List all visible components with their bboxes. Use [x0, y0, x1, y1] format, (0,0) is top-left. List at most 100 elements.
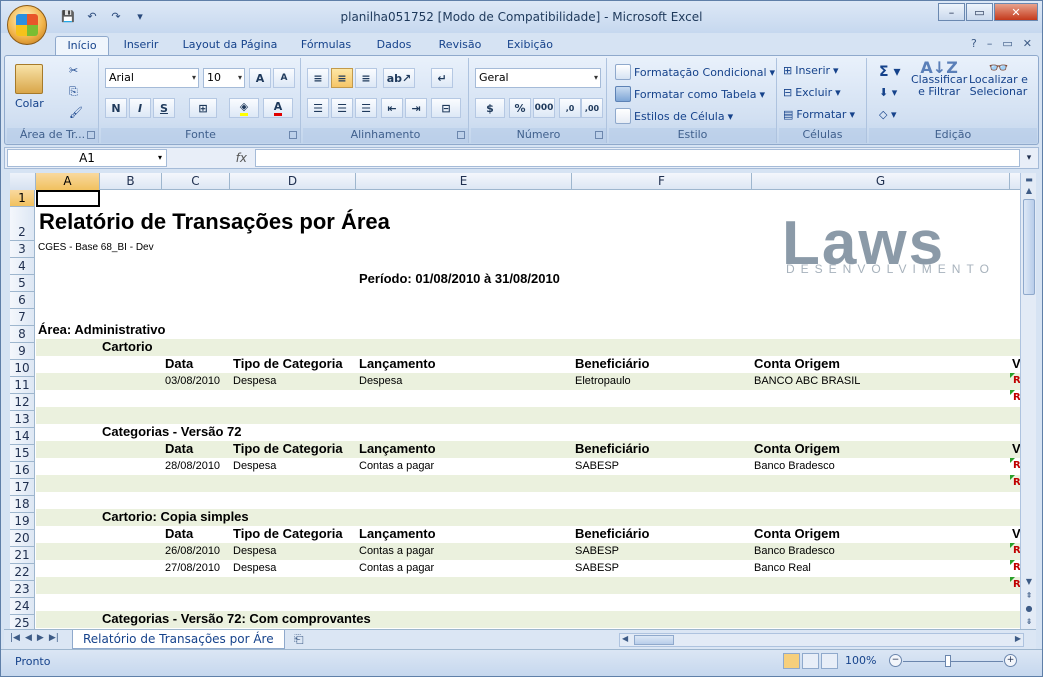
decrease-decimal-icon[interactable]: ,00 [581, 98, 603, 118]
cell-value[interactable]: R [1013, 545, 1020, 556]
orientation-icon[interactable]: ab↗ [383, 68, 415, 88]
cell-value[interactable]: R [1013, 477, 1020, 488]
align-right-icon[interactable]: ☰ [355, 98, 377, 118]
cell-account[interactable]: Banco Bradesco [754, 545, 835, 557]
worksheet-grid[interactable]: A B C D E F G 1 2 3 4 5 6 7 8 9 10 11 12… [10, 173, 1020, 629]
zoom-slider[interactable]: − + [889, 654, 1017, 668]
row-header[interactable]: 1 [10, 190, 35, 207]
office-button[interactable] [7, 5, 47, 45]
row-header[interactable]: 12 [10, 394, 35, 411]
row-header[interactable]: 4 [10, 258, 35, 275]
align-bottom-icon[interactable]: ≡ [355, 68, 377, 88]
vertical-scrollbar[interactable]: ▬ ▲ ▼ ⇞ ● ⇟ [1020, 173, 1036, 629]
conditional-format-button[interactable]: Formatação Condicional ▾ [615, 64, 775, 80]
page-break-view-icon[interactable] [821, 653, 838, 669]
prev-sheet-icon[interactable]: ◀ [25, 633, 32, 643]
underline-button[interactable]: S [153, 98, 175, 118]
scroll-up-icon[interactable]: ▲ [1023, 186, 1035, 198]
cell-beneficiary[interactable]: SABESP [575, 545, 619, 557]
cell-type[interactable]: Despesa [233, 375, 276, 387]
clear-icon[interactable]: ◇ ▾ [879, 108, 896, 121]
cell-beneficiary[interactable]: SABESP [575, 460, 619, 472]
row-header[interactable]: 5 [10, 275, 35, 292]
dialog-launcher-icon[interactable] [457, 131, 465, 139]
font-color-icon[interactable]: A [263, 98, 293, 118]
number-format-combo[interactable]: Geral ▾ [475, 68, 601, 88]
zoom-in-icon[interactable]: + [1004, 654, 1017, 667]
column-header-f[interactable]: F [572, 173, 752, 190]
select-browse-icon[interactable]: ● [1023, 604, 1035, 616]
formula-input[interactable] [255, 149, 1020, 167]
align-left-icon[interactable]: ☰ [307, 98, 329, 118]
active-cell[interactable] [36, 190, 100, 207]
page-layout-view-icon[interactable] [802, 653, 819, 669]
row-header[interactable]: 22 [10, 564, 35, 581]
column-header-b[interactable]: B [100, 173, 162, 190]
row-header[interactable]: 10 [10, 360, 35, 377]
row-header[interactable]: 23 [10, 581, 35, 598]
zoom-out-icon[interactable]: − [889, 654, 902, 667]
merge-center-icon[interactable]: ⊟ [431, 98, 461, 118]
tab-exibicao[interactable]: Exibição [499, 36, 561, 55]
select-all-button[interactable] [10, 173, 36, 190]
align-middle-icon[interactable]: ≡ [331, 68, 353, 88]
prev-page-icon[interactable]: ⇞ [1023, 591, 1035, 603]
row-header[interactable]: 25 [10, 615, 35, 629]
font-name-combo[interactable]: Arial ▾ [105, 68, 199, 88]
row-header[interactable]: 7 [10, 309, 35, 326]
dialog-launcher-icon[interactable] [87, 131, 95, 139]
tab-inicio[interactable]: Início [55, 36, 109, 55]
last-sheet-icon[interactable]: ▶| [49, 633, 59, 643]
format-cells-button[interactable]: ▤ Formatar ▾ [783, 108, 855, 121]
workbook-close-icon[interactable]: ✕ [1023, 37, 1032, 50]
paste-button[interactable]: Colar [15, 64, 44, 110]
cell-date[interactable]: 26/08/2010 [165, 545, 220, 557]
cell-type[interactable]: Despesa [233, 545, 276, 557]
cell-type[interactable]: Despesa [233, 562, 276, 574]
cell-date[interactable]: 27/08/2010 [165, 562, 220, 574]
autosum-icon[interactable]: Σ ▾ [879, 64, 900, 80]
thousands-button[interactable]: 000 [533, 98, 555, 118]
sort-filter-button[interactable]: A↓Z Classificar e Filtrar [911, 60, 967, 98]
row-header[interactable]: 16 [10, 462, 35, 479]
italic-button[interactable]: I [129, 98, 151, 118]
column-header-c[interactable]: C [162, 173, 230, 190]
cell-value[interactable]: R [1013, 562, 1020, 573]
wrap-text-icon[interactable]: ↵ [431, 68, 453, 88]
find-select-button[interactable]: 👓 Localizar e Selecionar [969, 60, 1028, 98]
copy-icon[interactable]: ⎘ [69, 85, 78, 99]
row-header[interactable]: 24 [10, 598, 35, 615]
zoom-knob[interactable] [945, 655, 951, 667]
scroll-left-icon[interactable]: ◀ [622, 634, 628, 643]
row-header[interactable]: 17 [10, 479, 35, 496]
horizontal-scrollbar[interactable]: ◀ ▶ [619, 633, 1024, 647]
fill-icon[interactable]: ⬇ ▾ [879, 86, 897, 99]
row-header[interactable]: 14 [10, 428, 35, 445]
scroll-thumb[interactable] [1023, 199, 1035, 295]
tab-inserir[interactable]: Inserir [115, 36, 167, 55]
normal-view-icon[interactable] [783, 653, 800, 669]
scroll-down-icon[interactable]: ▼ [1023, 577, 1035, 589]
cell-value[interactable]: R [1013, 375, 1020, 386]
hscroll-thumb[interactable] [634, 635, 674, 645]
borders-icon[interactable]: ⊞ [189, 98, 217, 118]
column-header-e[interactable]: E [356, 173, 572, 190]
cut-icon[interactable]: ✂ [69, 64, 78, 77]
next-sheet-icon[interactable]: ▶ [37, 633, 44, 643]
cell-styles-button[interactable]: Estilos de Célula ▾ [615, 108, 733, 124]
cell-account[interactable]: Banco Bradesco [754, 460, 835, 472]
cell-entry[interactable]: Despesa [359, 375, 402, 387]
row-header[interactable]: 2 [10, 207, 35, 241]
cell-entry[interactable]: Contas a pagar [359, 562, 434, 574]
cell-type[interactable]: Despesa [233, 460, 276, 472]
cell-value[interactable]: R [1013, 460, 1020, 471]
column-header-g[interactable]: G [752, 173, 1010, 190]
help-icon[interactable]: ? [971, 37, 977, 50]
format-table-button[interactable]: Formatar como Tabela ▾ [615, 86, 765, 102]
row-header[interactable]: 19 [10, 513, 35, 530]
row-header[interactable]: 9 [10, 343, 35, 360]
cell-beneficiary[interactable]: SABESP [575, 562, 619, 574]
percent-button[interactable]: % [509, 98, 531, 118]
tab-dados[interactable]: Dados [369, 36, 419, 55]
cell-date[interactable]: 03/08/2010 [165, 375, 220, 387]
